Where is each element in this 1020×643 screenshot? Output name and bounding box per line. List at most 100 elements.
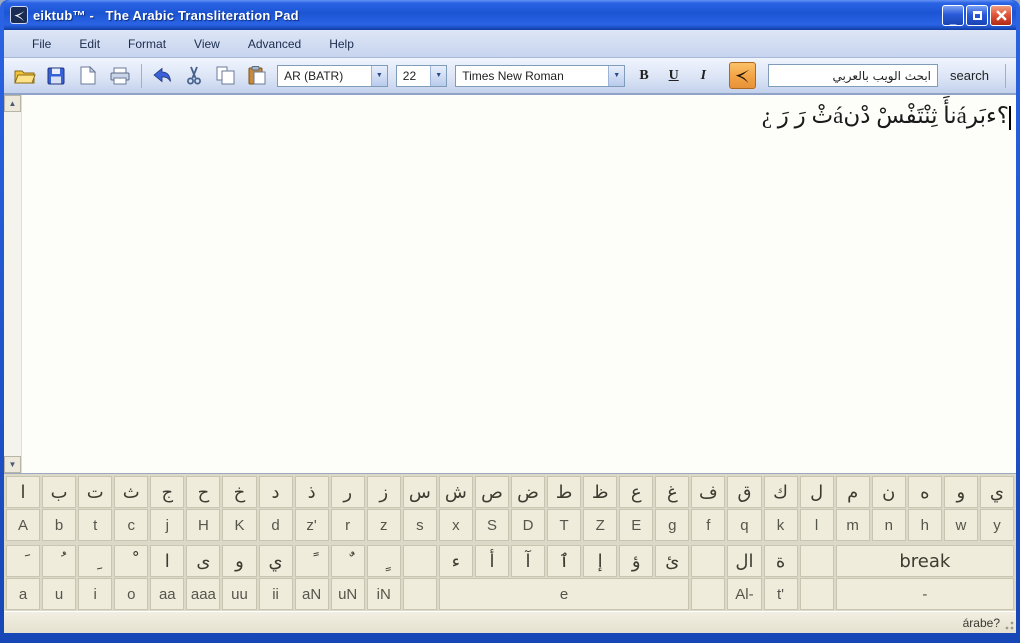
undo-button[interactable] bbox=[148, 62, 178, 90]
key[interactable]: د bbox=[259, 476, 293, 508]
resize-grip[interactable] bbox=[1002, 618, 1014, 630]
save-button[interactable] bbox=[42, 62, 72, 90]
key[interactable]: ض bbox=[511, 476, 545, 508]
key[interactable]: f bbox=[691, 509, 725, 541]
key[interactable]: َ bbox=[6, 545, 40, 577]
key[interactable]: ُ bbox=[42, 545, 76, 577]
key[interactable] bbox=[403, 578, 437, 610]
vertical-scrollbar[interactable]: ▲ ▼ bbox=[4, 95, 22, 473]
scheme-dropdown[interactable]: AR (BATR) ▼ bbox=[277, 65, 388, 87]
key[interactable] bbox=[691, 545, 725, 577]
menu-item[interactable]: Edit bbox=[65, 33, 114, 55]
key[interactable] bbox=[403, 545, 437, 577]
key[interactable]: ت bbox=[78, 476, 112, 508]
key[interactable]: ط bbox=[547, 476, 581, 508]
key[interactable] bbox=[800, 578, 834, 610]
key[interactable]: uN bbox=[331, 578, 365, 610]
key[interactable]: ر bbox=[331, 476, 365, 508]
key[interactable]: ز bbox=[367, 476, 401, 508]
key[interactable]: غ bbox=[655, 476, 689, 508]
menu-item[interactable]: Advanced bbox=[234, 33, 315, 55]
key[interactable]: ا bbox=[150, 545, 184, 577]
key[interactable]: ا bbox=[6, 476, 40, 508]
key[interactable]: ج bbox=[150, 476, 184, 508]
key[interactable]: أ bbox=[475, 545, 509, 577]
copy-button[interactable] bbox=[211, 62, 241, 90]
key[interactable]: K bbox=[222, 509, 256, 541]
key[interactable]: D bbox=[511, 509, 545, 541]
key[interactable]: ن bbox=[872, 476, 906, 508]
chevron-down-icon[interactable]: ▼ bbox=[608, 66, 624, 86]
key[interactable]: o bbox=[114, 578, 148, 610]
key[interactable]: ف bbox=[691, 476, 725, 508]
key[interactable]: ح bbox=[186, 476, 220, 508]
key[interactable]: c bbox=[114, 509, 148, 541]
menu-item[interactable]: Format bbox=[114, 33, 180, 55]
key[interactable]: w bbox=[944, 509, 978, 541]
key[interactable]: و bbox=[944, 476, 978, 508]
key[interactable]: إ bbox=[583, 545, 617, 577]
key[interactable]: Z bbox=[583, 509, 617, 541]
key[interactable]: x bbox=[439, 509, 473, 541]
bold-button[interactable]: B bbox=[630, 63, 658, 89]
key[interactable]: م bbox=[836, 476, 870, 508]
underline-button[interactable]: U bbox=[660, 63, 688, 89]
key[interactable]: ظ bbox=[583, 476, 617, 508]
menu-item[interactable]: Help bbox=[315, 33, 368, 55]
key[interactable]: ل bbox=[800, 476, 834, 508]
key[interactable]: ٌ bbox=[331, 545, 365, 577]
key[interactable]: g bbox=[655, 509, 689, 541]
key[interactable]: ع bbox=[619, 476, 653, 508]
key[interactable]: ء bbox=[439, 545, 473, 577]
key[interactable]: S bbox=[475, 509, 509, 541]
key[interactable]: ً bbox=[295, 545, 329, 577]
key[interactable]: ص bbox=[475, 476, 509, 508]
title-bar[interactable]: eiktub™ - The Arabic Transliteration Pad… bbox=[4, 0, 1016, 30]
key[interactable]: aaa bbox=[186, 578, 220, 610]
key[interactable]: ك bbox=[764, 476, 798, 508]
font-name-dropdown[interactable]: Times New Roman ▼ bbox=[455, 65, 625, 87]
key[interactable]: خ bbox=[222, 476, 256, 508]
print-button[interactable] bbox=[105, 62, 135, 90]
search-button[interactable]: search bbox=[940, 68, 999, 83]
editor-text[interactable]: ؟ءبَرáنأَ ثِنْتَفْسْ دْنáثْ رَ رَ ¿ bbox=[22, 95, 1016, 473]
key[interactable]: آ bbox=[511, 545, 545, 577]
key[interactable]: ث bbox=[114, 476, 148, 508]
key[interactable]: h bbox=[908, 509, 942, 541]
key[interactable]: l bbox=[800, 509, 834, 541]
key[interactable]: ذ bbox=[295, 476, 329, 508]
key[interactable]: - bbox=[836, 578, 1014, 610]
key[interactable]: uu bbox=[222, 578, 256, 610]
minimize-button[interactable]: _ bbox=[942, 5, 964, 26]
font-size-dropdown[interactable]: 22 ▼ bbox=[396, 65, 447, 87]
key[interactable]: u bbox=[42, 578, 76, 610]
key[interactable]: ي bbox=[980, 476, 1014, 508]
key[interactable]: q bbox=[727, 509, 761, 541]
key[interactable]: k bbox=[764, 509, 798, 541]
scroll-down-icon[interactable]: ▼ bbox=[4, 456, 21, 473]
key[interactable]: y bbox=[980, 509, 1014, 541]
key[interactable] bbox=[800, 545, 834, 577]
key[interactable]: t' bbox=[764, 578, 798, 610]
key[interactable]: ق bbox=[727, 476, 761, 508]
key[interactable]: ْ bbox=[114, 545, 148, 577]
key[interactable]: A bbox=[6, 509, 40, 541]
key[interactable]: ii bbox=[259, 578, 293, 610]
key[interactable]: ٱ bbox=[547, 545, 581, 577]
key[interactable]: r bbox=[331, 509, 365, 541]
open-button[interactable] bbox=[10, 62, 40, 90]
cut-button[interactable] bbox=[179, 62, 209, 90]
key[interactable]: T bbox=[547, 509, 581, 541]
menu-item[interactable]: View bbox=[180, 33, 234, 55]
key[interactable]: E bbox=[619, 509, 653, 541]
maximize-button[interactable] bbox=[966, 5, 988, 26]
key[interactable]: j bbox=[150, 509, 184, 541]
key[interactable]: ٍ bbox=[367, 545, 401, 577]
key[interactable]: m bbox=[836, 509, 870, 541]
chevron-down-icon[interactable]: ▼ bbox=[371, 66, 387, 86]
key[interactable]: و bbox=[222, 545, 256, 577]
key[interactable]: ب bbox=[42, 476, 76, 508]
italic-button[interactable]: I bbox=[690, 63, 718, 89]
scroll-up-icon[interactable]: ▲ bbox=[4, 95, 21, 112]
key[interactable]: d bbox=[259, 509, 293, 541]
